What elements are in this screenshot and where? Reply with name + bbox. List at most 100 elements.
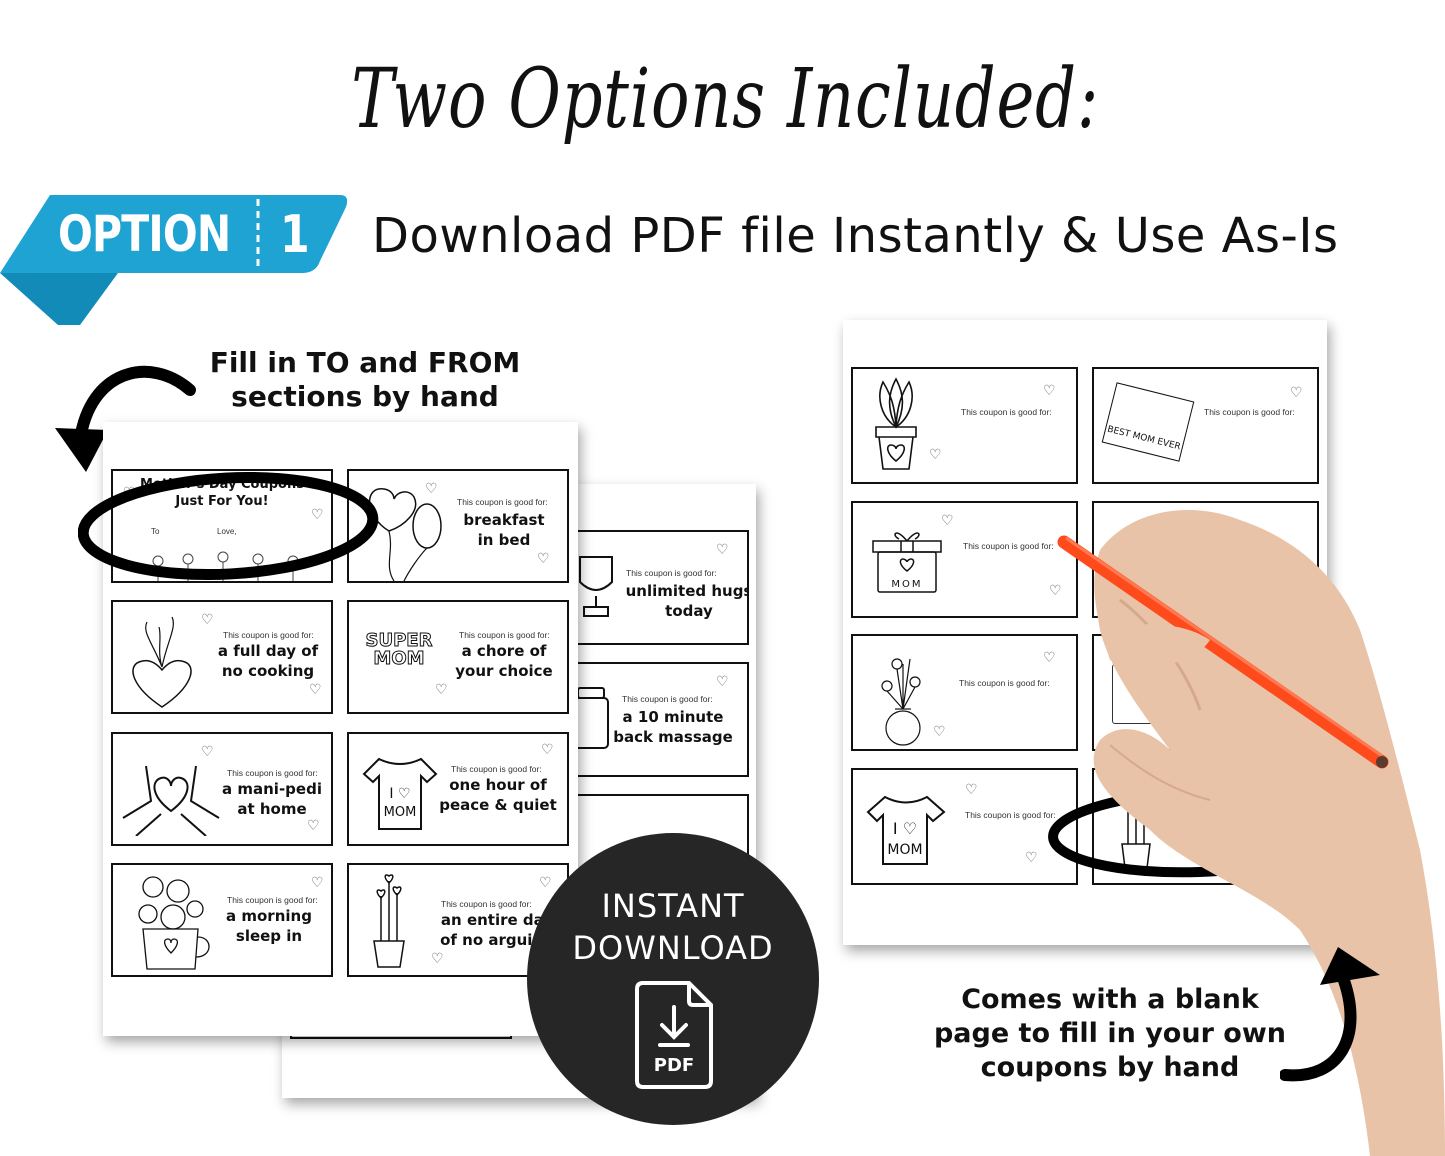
good-for-label: This coupon is good for: xyxy=(227,768,318,778)
coupon-page-front: Mother's Day Coupons Just For You! To Lo… xyxy=(103,422,578,1036)
heart-icon: ♡ xyxy=(311,507,324,523)
offer-line: a mani-pedi xyxy=(222,780,322,798)
heart-icon: ♡ xyxy=(965,782,978,798)
heart-icon: ♡ xyxy=(941,513,954,529)
to-label: To xyxy=(151,527,160,536)
heart-icon: ♡ xyxy=(1043,383,1056,399)
flower-mug-icon xyxy=(138,876,210,970)
heart-icon: ♡ xyxy=(309,682,322,698)
offer-line: a morning xyxy=(226,907,312,925)
cover-title-line: Mother's Day Coupons xyxy=(140,477,304,492)
svg-text:I ♡: I ♡ xyxy=(389,786,410,802)
good-for-label: This coupon is good for: xyxy=(441,899,532,909)
heart-icon: ♡ xyxy=(716,674,729,690)
i-love-mom-shirt-icon: I ♡ MOM xyxy=(866,795,946,865)
good-for-label: This coupon is good for: xyxy=(459,630,550,640)
good-for-label: This coupon is good for: xyxy=(626,568,717,578)
callout-line: coupons by hand xyxy=(980,1051,1240,1083)
curved-arrow-up-icon xyxy=(1280,947,1380,1082)
fill-in-callout: Fill in TO and FROM sections by hand xyxy=(195,346,535,413)
svg-text:MOM: MOM xyxy=(891,579,922,590)
callout-line: sections by hand xyxy=(231,379,499,413)
pdf-label: PDF xyxy=(654,1055,694,1076)
option-label: OPTION xyxy=(58,205,231,263)
heart-icon: ♡ xyxy=(431,951,444,967)
coupon-card: I ♡ MOM ♡ This coupon is good for: one h… xyxy=(347,732,569,846)
heart-icon: ♡ xyxy=(537,551,550,567)
coupon-offer: one hour of peace & quiet xyxy=(437,776,559,815)
good-for-label: This coupon is good for: xyxy=(959,678,1050,688)
coupon-card: ♡ This coupon is good for: unlimited hug… xyxy=(564,530,749,645)
good-for-label: This coupon is good for: xyxy=(961,407,1052,417)
coupon-offer: a chore of your choice xyxy=(449,642,559,681)
coupon-offer: unlimited hugs today xyxy=(604,582,749,621)
pdf-download-icon: PDF xyxy=(635,981,713,1089)
heart-icon: ♡ xyxy=(1025,850,1038,866)
cover-title: Mother's Day Coupons Just For You! xyxy=(113,477,331,511)
gift-box-icon: MOM xyxy=(872,532,942,593)
coupon-offer: a morning sleep in xyxy=(217,907,321,946)
heart-icon: ♡ xyxy=(435,682,448,698)
offer-line: a full day of xyxy=(217,642,319,660)
offer-line: in bed xyxy=(477,530,531,549)
subtitle: Download PDF file Instantly & Use As-Is xyxy=(372,208,1339,264)
good-for-label: This coupon is good for: xyxy=(1204,407,1295,417)
offer-line: peace & quiet xyxy=(439,795,557,814)
heart-icon: ♡ xyxy=(201,612,214,628)
page-title: Two Options Included: xyxy=(351,52,1100,147)
potted-heart-plant-icon xyxy=(373,874,405,968)
heart-icon: ♡ xyxy=(201,744,214,760)
heart-icon: ♡ xyxy=(123,485,136,501)
callout-line: Comes with a blank xyxy=(961,984,1259,1015)
coupon-card: ♡ This coupon is good for: a 10 minute b… xyxy=(564,662,749,777)
offer-line: no cooking xyxy=(221,661,315,680)
coupon-offer: a full day of no cooking xyxy=(207,642,329,681)
offer-line: today xyxy=(665,601,713,620)
flower-vase-icon xyxy=(881,658,921,746)
heart-icon: ♡ xyxy=(311,875,324,891)
offer-line: breakfast xyxy=(463,511,545,529)
badge-line: DOWNLOAD xyxy=(572,929,774,967)
best-mom-drawing-icon: BEST MOM EVER xyxy=(1101,382,1195,462)
super-mom-icon: SUPER MOM xyxy=(365,630,433,669)
blank-coupon-card: ♡ ♡ This coupon is good for: xyxy=(851,367,1078,484)
blank-page-callout: Comes with a blank page to fill in your … xyxy=(925,983,1295,1084)
callout-line: page to fill in your own xyxy=(933,1017,1287,1049)
coupon-offer: a mani-pedi at home xyxy=(217,780,327,819)
blank-coupon-card: BEST MOM EVER ♡ This coupon is good for: xyxy=(1092,367,1319,484)
heart-icon: ♡ xyxy=(933,724,946,740)
i-love-mom-shirt-icon: I ♡ MOM xyxy=(362,757,438,830)
flowers-border-icon xyxy=(152,551,299,581)
good-for-label: This coupon is good for: xyxy=(223,630,314,640)
coupon-card: SUPER MOM This coupon is good for: a chor… xyxy=(347,600,569,714)
cover-coupon: Mother's Day Coupons Just For You! To Lo… xyxy=(111,469,333,583)
from-label: Love, xyxy=(217,527,237,536)
offer-line: a 10 minute xyxy=(622,708,724,726)
heart-icon: ♡ xyxy=(716,542,729,558)
good-for-label: This coupon is good for: xyxy=(457,497,548,507)
good-for-label: This coupon is good for: xyxy=(622,694,713,704)
coupon-offer: breakfast in bed xyxy=(449,511,559,550)
coupon-card: ♡ This coupon is good for: a mani-pedi a… xyxy=(111,732,333,846)
coupon-card: ♡ This coupon is good for: breakfast in … xyxy=(347,469,569,583)
svg-text:MOM: MOM xyxy=(384,805,417,820)
offer-line: one hour of xyxy=(449,776,547,794)
heart-bouquet-icon xyxy=(132,616,192,708)
heart-icon: ♡ xyxy=(307,818,320,834)
heart-icon: ♡ xyxy=(1290,385,1303,401)
good-for-label: This coupon is good for: xyxy=(227,895,318,905)
good-for-label: This coupon is good for: xyxy=(451,764,542,774)
offer-line: your choice xyxy=(455,661,553,680)
cover-title-line: Just For You! xyxy=(175,493,269,509)
offer-line: sleep in xyxy=(235,926,303,945)
offer-line: unlimited hugs xyxy=(625,582,749,600)
coupon-card: ♡ This coupon is good for: a morning sle… xyxy=(111,863,333,977)
offer-line: a chore of xyxy=(461,642,547,660)
heart-icon: ♡ xyxy=(425,481,438,497)
option-number: 1 xyxy=(280,205,310,265)
succulent-pot-icon xyxy=(875,377,917,470)
instant-download-badge: INSTANT DOWNLOAD PDF xyxy=(527,833,819,1125)
offer-line: back massage xyxy=(613,727,733,746)
callout-line: Fill in TO and FROM xyxy=(209,346,521,379)
badge-line: INSTANT xyxy=(601,887,745,925)
